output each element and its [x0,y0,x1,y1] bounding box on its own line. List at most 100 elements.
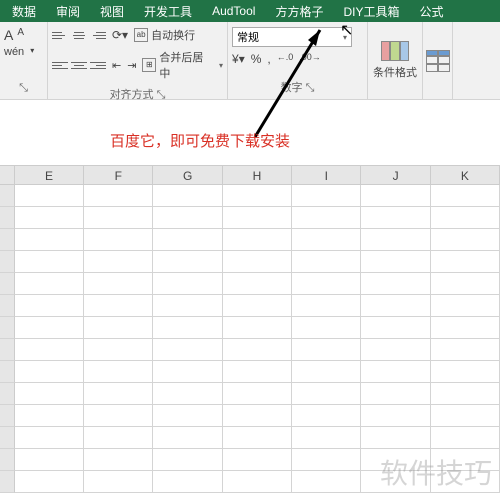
cell[interactable] [223,185,292,207]
cell[interactable] [84,339,153,361]
cell[interactable] [84,317,153,339]
spreadsheet-grid[interactable]: E F G H I J K [0,165,500,500]
phonetic-button[interactable]: wén [4,46,24,58]
row-header[interactable] [0,427,15,449]
col-header[interactable]: F [84,166,153,184]
cell[interactable] [153,449,222,471]
cell[interactable] [153,317,222,339]
col-header[interactable] [0,166,15,184]
cell[interactable] [223,339,292,361]
cell[interactable] [84,405,153,427]
cell[interactable] [153,229,222,251]
cell[interactable] [431,185,500,207]
cell[interactable] [361,339,430,361]
cell[interactable] [223,383,292,405]
cell[interactable] [15,207,84,229]
cell[interactable] [361,295,430,317]
cell[interactable] [223,449,292,471]
number-format-select[interactable]: 常规▾ [232,27,352,47]
align-center-button[interactable] [71,57,87,73]
cell[interactable] [292,251,361,273]
cell[interactable] [431,251,500,273]
dialog-launcher-icon[interactable]: ⤡ [306,82,315,94]
cell[interactable] [15,229,84,251]
row-header[interactable] [0,449,15,471]
menu-developer[interactable]: 开发工具 [134,3,202,20]
cell[interactable] [84,427,153,449]
menu-data[interactable]: 数据 [2,3,46,20]
cell[interactable] [153,185,222,207]
cell[interactable] [431,207,500,229]
cell[interactable] [15,405,84,427]
font-decrease-button[interactable]: A [17,27,24,43]
cell[interactable] [223,405,292,427]
cell[interactable] [15,185,84,207]
cell[interactable] [292,273,361,295]
align-right-button[interactable] [90,57,106,73]
percent-button[interactable]: % [251,52,262,66]
row-header[interactable] [0,207,15,229]
cell[interactable] [153,339,222,361]
cell[interactable] [153,471,222,493]
cell[interactable] [15,427,84,449]
col-header[interactable]: J [361,166,430,184]
cell[interactable] [431,427,500,449]
cell[interactable] [15,383,84,405]
cell[interactable] [84,449,153,471]
cell[interactable] [15,339,84,361]
cell[interactable] [15,449,84,471]
cell[interactable] [292,471,361,493]
cell[interactable] [15,361,84,383]
cell[interactable] [292,383,361,405]
menu-diy[interactable]: DIY工具箱 [333,3,409,20]
cell[interactable] [223,361,292,383]
cell[interactable] [292,317,361,339]
align-bottom-button[interactable] [90,27,106,43]
row-header[interactable] [0,361,15,383]
cell[interactable] [223,471,292,493]
row-header[interactable] [0,273,15,295]
cell[interactable] [223,251,292,273]
cell[interactable] [84,273,153,295]
cell[interactable] [431,273,500,295]
cell[interactable] [153,251,222,273]
cell[interactable] [361,427,430,449]
menu-audtool[interactable]: AudTool [202,4,265,18]
cell[interactable] [292,207,361,229]
cell[interactable] [361,251,430,273]
cell[interactable] [431,295,500,317]
orientation-button[interactable]: ⟳▾ [112,28,128,42]
cell[interactable] [15,471,84,493]
cell[interactable] [153,383,222,405]
cell[interactable] [431,317,500,339]
cell[interactable] [84,383,153,405]
menu-view[interactable]: 视图 [90,3,134,20]
cell[interactable] [361,273,430,295]
align-top-button[interactable] [52,27,68,43]
cell[interactable] [292,427,361,449]
merge-center-button[interactable]: ⊞合并后居中▾ [142,49,223,81]
cell[interactable] [431,383,500,405]
row-header[interactable] [0,383,15,405]
cell[interactable] [361,185,430,207]
cell[interactable] [292,185,361,207]
font-increase-button[interactable]: A [4,27,13,43]
cell[interactable] [431,229,500,251]
increase-decimal-button[interactable]: ←.0 [277,52,294,66]
dialog-launcher-icon[interactable]: ⤡ [157,89,166,101]
cell[interactable] [15,273,84,295]
cell[interactable] [292,449,361,471]
cell[interactable] [15,251,84,273]
cell[interactable] [431,339,500,361]
align-middle-button[interactable] [71,27,87,43]
cell[interactable] [292,405,361,427]
row-header[interactable] [0,317,15,339]
row-header[interactable] [0,405,15,427]
col-header[interactable]: K [431,166,500,184]
format-table-icon[interactable] [426,50,450,72]
cell[interactable] [292,361,361,383]
menu-formula[interactable]: 公式 [409,3,453,20]
comma-button[interactable]: , [267,52,270,66]
cell[interactable] [292,339,361,361]
cell[interactable] [153,361,222,383]
